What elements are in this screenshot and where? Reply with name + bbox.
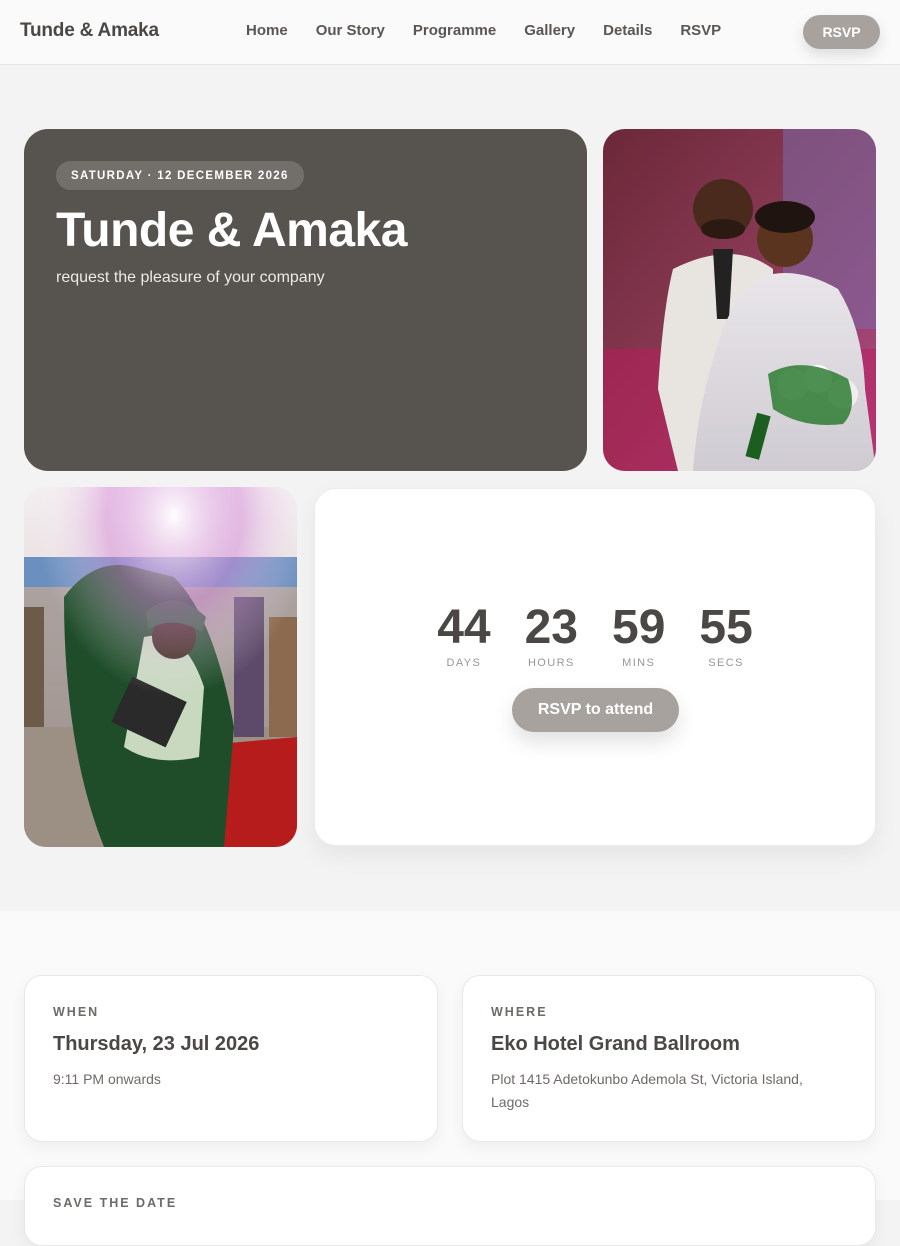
nav-links: Home Our Story Programme Gallery Details…	[246, 22, 721, 39]
nav-rsvp-button[interactable]: RSVP	[803, 15, 880, 49]
hero-subtitle: request the pleasure of your company	[56, 269, 325, 286]
countdown-days-value: 44	[437, 601, 491, 654]
when-card: WHEN Thursday, 23 Jul 2026 9:11 PM onwar…	[24, 975, 438, 1142]
countdown-days-label: DAYS	[446, 657, 482, 669]
when-date: Thursday, 23 Jul 2026	[53, 1033, 260, 1055]
top-navbar: Tunde & Amaka Home Our Story Programme G…	[0, 0, 900, 65]
nav-link-gallery[interactable]: Gallery	[524, 22, 575, 39]
where-eyebrow: WHERE	[491, 1005, 548, 1019]
couple-photo	[603, 129, 876, 471]
rsvp-to-attend-button[interactable]: RSVP to attend	[512, 688, 679, 732]
countdown-hours-label: HOURS	[527, 657, 575, 669]
date-pill: SATURDAY · 12 DECEMBER 2026	[56, 161, 304, 190]
countdown-hours: 23 HOURS	[525, 601, 578, 669]
when-time: 9:11 PM onwards	[53, 1071, 161, 1087]
dance-photo	[24, 487, 297, 847]
nav-link-details[interactable]: Details	[603, 22, 652, 39]
countdown-secs: 55 SECS	[699, 601, 752, 669]
hero-title: Tunde & Amaka	[56, 204, 407, 257]
when-eyebrow: WHEN	[53, 1005, 100, 1019]
where-venue: Eko Hotel Grand Ballroom	[491, 1033, 740, 1055]
countdown-timer: 44 DAYS 23 HOURS 59 MINS 55 SECS	[315, 601, 875, 669]
countdown-mins-label: MINS	[622, 657, 656, 669]
countdown-secs-label: SECS	[708, 657, 744, 669]
nav-link-our-story[interactable]: Our Story	[316, 22, 385, 39]
countdown-secs-value: 55	[699, 601, 753, 654]
hero-card: SATURDAY · 12 DECEMBER 2026 Tunde & Amak…	[24, 129, 587, 471]
save-the-date-eyebrow: SAVE THE DATE	[53, 1196, 178, 1210]
nav-link-rsvp[interactable]: RSVP	[680, 22, 721, 39]
where-address: Plot 1415 Adetokunbo Ademola St, Victori…	[491, 1071, 803, 1110]
countdown-card: 44 DAYS 23 HOURS 59 MINS 55 SECS RSVP to…	[314, 488, 876, 846]
where-card: WHERE Eko Hotel Grand Ballroom Plot 1415…	[462, 975, 876, 1142]
nav-link-programme[interactable]: Programme	[413, 22, 496, 39]
countdown-mins-value: 59	[612, 601, 666, 654]
site-brand[interactable]: Tunde & Amaka	[20, 20, 159, 42]
countdown-hours-value: 23	[524, 601, 578, 654]
nav-link-home[interactable]: Home	[246, 22, 288, 39]
countdown-mins: 59 MINS	[612, 601, 665, 669]
save-the-date-card: SAVE THE DATE	[24, 1166, 876, 1246]
countdown-days: 44 DAYS	[437, 601, 490, 669]
